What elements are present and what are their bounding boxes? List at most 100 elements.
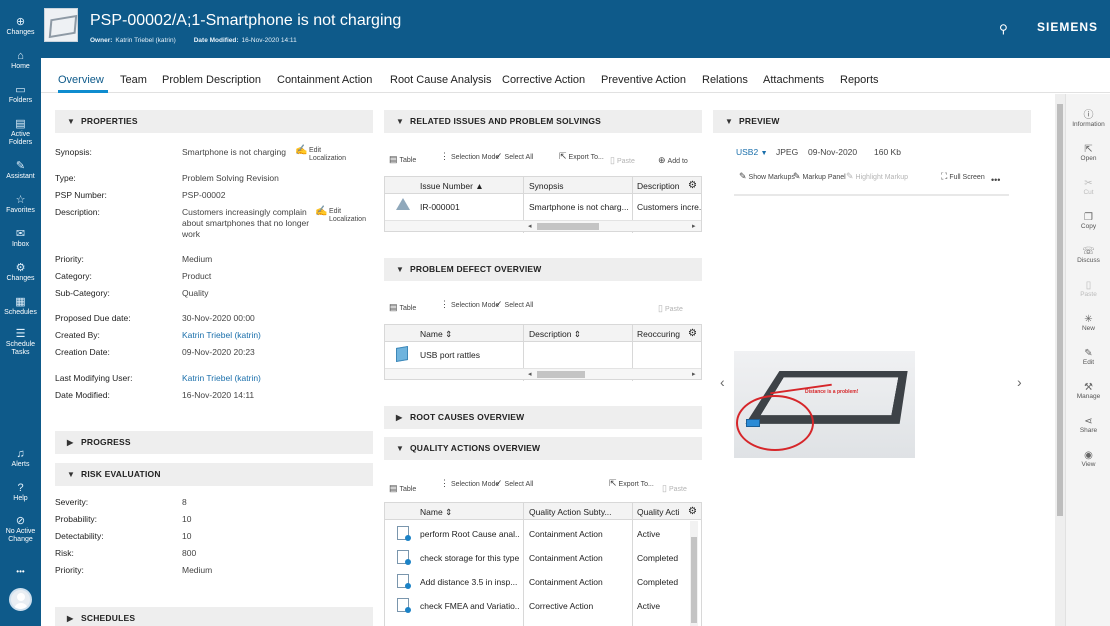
export-button[interactable]: ⇱ Export To... bbox=[609, 479, 657, 489]
schedules-section-header[interactable]: ▶ SCHEDULES bbox=[55, 607, 373, 626]
show-markups-button[interactable]: ✎ Show Markups bbox=[739, 172, 795, 182]
nav-schedule-tasks[interactable]: ☰ Schedule Tasks bbox=[0, 328, 41, 357]
nav-home[interactable]: ⌂ Home bbox=[0, 50, 41, 71]
scroll-left-icon[interactable]: ◂ bbox=[528, 222, 532, 230]
column-header-reoccuring[interactable]: Reoccuring bbox=[637, 329, 685, 339]
copy-button[interactable]: ❐ Copy bbox=[1066, 212, 1110, 231]
column-settings-icon[interactable]: ⚙ bbox=[688, 506, 697, 517]
full-screen-button[interactable]: ⛶ Full Screen bbox=[941, 172, 985, 182]
scrollbar-thumb[interactable] bbox=[691, 537, 697, 623]
column-header-name[interactable]: Name ⇕ bbox=[420, 329, 452, 340]
discuss-button[interactable]: ☏ Discuss bbox=[1066, 246, 1110, 265]
nav-inbox[interactable]: ✉ Inbox bbox=[0, 228, 41, 249]
column-settings-icon[interactable]: ⚙ bbox=[688, 328, 697, 339]
nav-assistant[interactable]: ✎ Assistant bbox=[0, 160, 41, 181]
last-modifying-user-link[interactable]: Katrin Triebel (katrin) bbox=[182, 373, 261, 383]
created-by-link[interactable]: Katrin Triebel (katrin) bbox=[182, 330, 261, 340]
nav-folders[interactable]: ▭ Folders bbox=[0, 84, 41, 105]
nav-changes-top[interactable]: ⊕ Changes bbox=[0, 16, 41, 37]
search-icon[interactable]: ⚲ bbox=[999, 22, 1013, 36]
add-to-button[interactable]: ⊕ Add to bbox=[658, 156, 688, 166]
page-scrollbar[interactable] bbox=[1055, 94, 1065, 626]
selection-mode-button[interactable]: ⋮ Selection Mode bbox=[440, 479, 499, 489]
nav-changes[interactable]: ⚙ Changes bbox=[0, 262, 41, 283]
paste-button[interactable]: ▯ Paste bbox=[610, 156, 635, 166]
defect-name-cell[interactable]: USB port rattles bbox=[420, 350, 480, 360]
issue-number-cell[interactable]: IR-000001 bbox=[420, 202, 460, 212]
select-all-button[interactable]: ✓ Select All bbox=[495, 479, 533, 489]
qa-name-cell[interactable]: Add distance 3.5 in insp... bbox=[420, 577, 520, 587]
tab-attachments[interactable]: Attachments bbox=[763, 74, 824, 86]
risk-evaluation-section-header[interactable]: ▼ RISK EVALUATION bbox=[55, 463, 373, 486]
nav-help[interactable]: ? Help bbox=[0, 482, 41, 503]
preview-image[interactable]: Distance is a problem! bbox=[734, 351, 915, 458]
new-button[interactable]: ✳ New bbox=[1066, 314, 1110, 333]
scrollbar-thumb[interactable] bbox=[537, 223, 599, 230]
column-header-description[interactable]: Description bbox=[637, 181, 681, 191]
table-view-button[interactable]: ▤ Table bbox=[389, 155, 416, 165]
manage-button[interactable]: ⚒ Manage bbox=[1066, 382, 1110, 401]
preview-file-dropdown[interactable]: USB2 ▼ bbox=[736, 147, 768, 157]
nav-active-folders[interactable]: ▤ Active Folders bbox=[0, 118, 41, 147]
selection-mode-button[interactable]: ⋮ Selection Mode bbox=[440, 152, 499, 162]
select-all-button[interactable]: ✓ Select All bbox=[495, 152, 533, 162]
table-view-button[interactable]: ▤ Table bbox=[389, 303, 416, 313]
horizontal-scrollbar[interactable]: ◂ ▸ bbox=[385, 220, 701, 231]
column-header-quality-action-subtype[interactable]: Quality Action Subty... bbox=[529, 507, 629, 517]
nav-schedules[interactable]: ▦ Schedules bbox=[0, 296, 41, 317]
cut-button[interactable]: ✂ Cut bbox=[1066, 178, 1110, 197]
nav-more[interactable]: ••• bbox=[0, 568, 41, 576]
scrollbar-thumb[interactable] bbox=[537, 371, 585, 378]
qa-name-cell[interactable]: check storage for this type bbox=[420, 553, 522, 563]
tab-containment-action[interactable]: Containment Action bbox=[277, 74, 372, 86]
tab-team[interactable]: Team bbox=[120, 74, 147, 86]
tab-relations[interactable]: Relations bbox=[702, 74, 748, 86]
information-button[interactable]: ⓘ Information bbox=[1066, 110, 1110, 129]
paste-button[interactable]: ▯ Paste bbox=[658, 304, 683, 314]
table-view-button[interactable]: ▤ Table bbox=[389, 484, 416, 494]
tab-corrective-action[interactable]: Corrective Action bbox=[502, 74, 585, 86]
column-header-quality-action-state[interactable]: Quality Acti bbox=[637, 507, 685, 517]
share-button[interactable]: ⋖ Share bbox=[1066, 416, 1110, 435]
view-button[interactable]: ◉ View bbox=[1066, 450, 1110, 469]
export-button[interactable]: ⇱ Export To... bbox=[559, 152, 607, 162]
highlight-markup-button[interactable]: ✎ Highlight Markup bbox=[846, 172, 908, 182]
nav-favorites[interactable]: ☆ Favorites bbox=[0, 194, 41, 215]
tab-root-cause-analysis[interactable]: Root Cause Analysis bbox=[390, 74, 492, 86]
column-header-name[interactable]: Name ⇕ bbox=[420, 507, 452, 518]
quality-actions-section-header[interactable]: ▼ QUALITY ACTIONS OVERVIEW bbox=[384, 437, 702, 460]
nav-alerts[interactable]: ♫ Alerts bbox=[0, 448, 41, 469]
progress-section-header[interactable]: ▶ PROGRESS bbox=[55, 431, 373, 454]
scroll-right-icon[interactable]: ▸ bbox=[692, 222, 696, 230]
selection-mode-button[interactable]: ⋮ Selection Mode bbox=[440, 300, 499, 310]
properties-section-header[interactable]: ▼ PROPERTIES bbox=[55, 110, 373, 133]
open-button[interactable]: ⇱ Open bbox=[1066, 144, 1110, 163]
paste-button[interactable]: ▯ Paste bbox=[662, 484, 687, 494]
previous-image-icon[interactable]: ‹ bbox=[720, 374, 725, 390]
scrollbar-thumb[interactable] bbox=[1057, 104, 1063, 516]
next-image-icon[interactable]: › bbox=[1017, 374, 1022, 390]
edit-localization-synopsis[interactable]: ✍ Edit Localization bbox=[295, 146, 353, 163]
tab-problem-description[interactable]: Problem Description bbox=[162, 74, 261, 86]
edit-localization-description[interactable]: ✍ Edit Localization bbox=[315, 207, 373, 224]
nav-no-active-change[interactable]: ⊘ No Active Change bbox=[0, 515, 41, 544]
vertical-scrollbar[interactable] bbox=[690, 521, 698, 626]
column-settings-icon[interactable]: ⚙ bbox=[688, 180, 697, 191]
tab-preventive-action[interactable]: Preventive Action bbox=[601, 74, 686, 86]
edit-button[interactable]: ✎ Edit bbox=[1066, 348, 1110, 367]
avatar[interactable] bbox=[9, 588, 32, 611]
horizontal-scrollbar[interactable]: ◂ ▸ bbox=[385, 368, 701, 379]
tab-overview[interactable]: Overview bbox=[58, 74, 104, 86]
column-header-description[interactable]: Description ⇕ bbox=[529, 329, 581, 340]
select-all-button[interactable]: ✓ Select All bbox=[495, 300, 533, 310]
qa-name-cell[interactable]: perform Root Cause anal... bbox=[420, 529, 520, 539]
column-header-synopsis[interactable]: Synopsis bbox=[529, 181, 564, 191]
scroll-left-icon[interactable]: ◂ bbox=[528, 370, 532, 378]
paste-rail-button[interactable]: ▯ Paste bbox=[1066, 280, 1110, 299]
root-causes-section-header[interactable]: ▶ ROOT CAUSES OVERVIEW bbox=[384, 406, 702, 429]
qa-name-cell[interactable]: check FMEA and Variatio... bbox=[420, 601, 520, 611]
column-header-issue-number[interactable]: Issue Number ▲ bbox=[420, 181, 484, 191]
tab-reports[interactable]: Reports bbox=[840, 74, 879, 86]
more-options-button[interactable]: ••• bbox=[991, 176, 1000, 185]
scroll-right-icon[interactable]: ▸ bbox=[692, 370, 696, 378]
